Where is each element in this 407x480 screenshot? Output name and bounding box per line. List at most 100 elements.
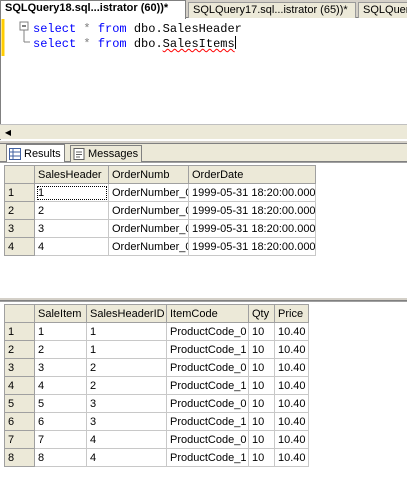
table-cell[interactable]: 1 <box>34 183 109 202</box>
column-header[interactable]: OrderNumb <box>108 165 189 184</box>
table-cell[interactable]: 2 <box>86 376 167 395</box>
table-cell[interactable]: ProductCode_0 <box>166 322 249 341</box>
table-cell[interactable]: ProductCode_1 <box>166 448 249 467</box>
row-number[interactable]: 2 <box>4 340 35 359</box>
table-cell[interactable]: 10.40 <box>274 394 309 413</box>
table-cell[interactable]: 10.40 <box>274 340 309 359</box>
table-row[interactable]: 2 2 OrderNumber_0 1999-05-31 18:20:00.000 <box>4 201 316 220</box>
table-row[interactable]: 5 5 3 ProductCode_0 10 10.40 <box>4 394 309 413</box>
table-cell[interactable]: OrderNumber_0 <box>108 201 189 220</box>
table-cell[interactable]: 10 <box>248 430 275 449</box>
corner-cell[interactable] <box>4 165 35 184</box>
row-number[interactable]: 4 <box>4 376 35 395</box>
table-cell[interactable]: OrderNumber_0 <box>108 219 189 238</box>
table-cell[interactable]: 10 <box>248 412 275 431</box>
table-cell[interactable]: 4 <box>86 430 167 449</box>
results-grid-sales-header[interactable]: SalesHeader OrderNumb OrderDate 1 1 OrderN… <box>4 165 316 256</box>
row-number[interactable]: 5 <box>4 394 35 413</box>
code-line-2[interactable]: select * from dbo.SalesItems <box>33 36 236 51</box>
table-cell[interactable]: 10.40 <box>274 448 309 467</box>
table-row[interactable]: 6 6 3 ProductCode_1 10 10.40 <box>4 412 309 431</box>
table-row[interactable]: 7 7 4 ProductCode_0 10 10.40 <box>4 430 309 449</box>
column-header[interactable]: OrderDate <box>188 165 316 184</box>
row-number[interactable]: 1 <box>4 183 35 202</box>
table-cell[interactable]: 2 <box>34 201 109 220</box>
table-cell[interactable]: ProductCode_0 <box>166 394 249 413</box>
table-row[interactable]: 8 8 4 ProductCode_1 10 10.40 <box>4 448 309 467</box>
table-cell[interactable]: OrderNumber_0 <box>108 183 189 202</box>
row-number[interactable]: 2 <box>4 201 35 220</box>
editor-horizontal-scrollbar[interactable]: ◀ <box>0 124 407 139</box>
tab-results[interactable]: Results <box>6 144 65 163</box>
tab-sqlquery17[interactable]: SQLQuery17.sql...istrator (65))* <box>188 2 356 18</box>
row-number[interactable]: 3 <box>4 358 35 377</box>
tab-sqlquery[interactable]: SQLQuery <box>358 2 407 18</box>
row-number[interactable]: 1 <box>4 322 35 341</box>
column-header[interactable]: Qty <box>248 304 275 323</box>
table-cell[interactable]: 1 <box>86 322 167 341</box>
table-cell[interactable]: 10 <box>248 376 275 395</box>
table-row[interactable]: 4 4 OrderNumber_0 1999-05-31 18:20:00.000 <box>4 237 316 256</box>
column-header[interactable]: Price <box>274 304 309 323</box>
text-caret <box>234 36 236 49</box>
table-row[interactable]: 4 4 2 ProductCode_1 10 10.40 <box>4 376 309 395</box>
table-cell[interactable]: 6 <box>34 412 87 431</box>
table-cell[interactable]: 1 <box>86 340 167 359</box>
tab-sqlquery18[interactable]: SQLQuery18.sql...istrator (60))* <box>0 0 186 19</box>
query-editor[interactable]: select * from dbo.SalesHeader select * f… <box>0 18 407 140</box>
table-cell[interactable]: 10 <box>248 448 275 467</box>
table-cell[interactable]: 10 <box>248 358 275 377</box>
code-line-1[interactable]: select * from dbo.SalesHeader <box>33 22 242 36</box>
table-row[interactable]: 3 3 OrderNumber_0 1999-05-31 18:20:00.000 <box>4 219 316 238</box>
table-row[interactable]: 1 1 1 ProductCode_0 10 10.40 <box>4 322 309 341</box>
table-cell[interactable]: 10.40 <box>274 376 309 395</box>
table-cell[interactable]: 4 <box>34 237 109 256</box>
table-cell[interactable]: 1999-05-31 18:20:00.000 <box>188 237 316 256</box>
table-cell[interactable]: ProductCode_0 <box>166 358 249 377</box>
row-number[interactable]: 7 <box>4 430 35 449</box>
row-number[interactable]: 4 <box>4 237 35 256</box>
table-cell[interactable]: ProductCode_1 <box>166 376 249 395</box>
table-cell[interactable]: 1999-05-31 18:20:00.000 <box>188 183 316 202</box>
column-header[interactable]: ItemCode <box>166 304 249 323</box>
table-cell[interactable]: 10 <box>248 394 275 413</box>
corner-cell[interactable] <box>4 304 35 323</box>
tab-messages[interactable]: Messages <box>70 145 143 162</box>
table-cell[interactable]: 3 <box>86 412 167 431</box>
table-cell[interactable]: 10.40 <box>274 358 309 377</box>
scroll-left-icon[interactable]: ◀ <box>2 127 14 138</box>
column-header[interactable]: SaleItem <box>34 304 87 323</box>
row-number[interactable]: 8 <box>4 448 35 467</box>
row-number[interactable]: 6 <box>4 412 35 431</box>
table-cell[interactable]: 7 <box>34 430 87 449</box>
table-cell[interactable]: ProductCode_0 <box>166 430 249 449</box>
table-cell[interactable]: 2 <box>86 358 167 377</box>
column-header[interactable]: SalesHeader <box>34 165 109 184</box>
table-row[interactable]: 3 3 2 ProductCode_0 10 10.40 <box>4 358 309 377</box>
table-cell[interactable]: 1999-05-31 18:20:00.000 <box>188 219 316 238</box>
table-cell[interactable]: ProductCode_1 <box>166 340 249 359</box>
table-cell[interactable]: 2 <box>34 340 87 359</box>
table-cell[interactable]: 8 <box>34 448 87 467</box>
table-cell[interactable]: 10 <box>248 340 275 359</box>
row-number[interactable]: 3 <box>4 219 35 238</box>
table-cell[interactable]: 4 <box>34 376 87 395</box>
table-row[interactable]: 1 1 OrderNumber_0 1999-05-31 18:20:00.000 <box>4 183 316 202</box>
table-cell[interactable]: 1 <box>34 322 87 341</box>
column-header[interactable]: SalesHeaderID <box>86 304 167 323</box>
table-row[interactable]: 2 2 1 ProductCode_1 10 10.40 <box>4 340 309 359</box>
table-cell[interactable]: 3 <box>34 219 109 238</box>
table-cell[interactable]: 5 <box>34 394 87 413</box>
table-cell[interactable]: 3 <box>86 394 167 413</box>
outline-collapse-icon[interactable] <box>1 18 31 58</box>
table-cell[interactable]: 1999-05-31 18:20:00.000 <box>188 201 316 220</box>
table-cell[interactable]: 4 <box>86 448 167 467</box>
table-cell[interactable]: 10.40 <box>274 322 309 341</box>
table-cell[interactable]: ProductCode_1 <box>166 412 249 431</box>
table-cell[interactable]: 3 <box>34 358 87 377</box>
table-cell[interactable]: 10.40 <box>274 412 309 431</box>
results-grid-sales-items[interactable]: SaleItem SalesHeaderID ItemCode Qty Pric… <box>4 304 309 467</box>
table-cell[interactable]: 10 <box>248 322 275 341</box>
table-cell[interactable]: 10.40 <box>274 430 309 449</box>
table-cell[interactable]: OrderNumber_0 <box>108 237 189 256</box>
